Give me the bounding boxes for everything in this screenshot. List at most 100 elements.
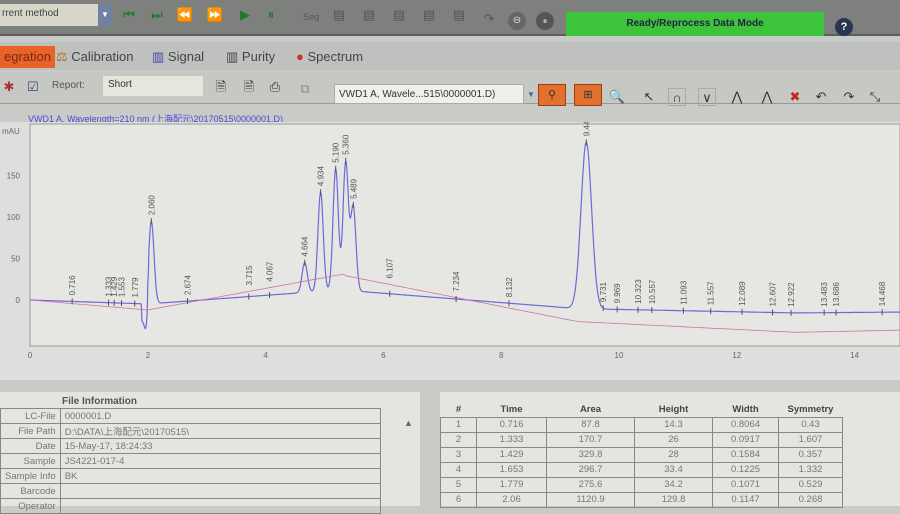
peak-label: 7.234 [452,271,461,292]
y-tick-label: 100 [7,213,21,222]
next-icon[interactable]: ⏭ [148,6,166,24]
fast-forward-icon[interactable]: ⏩ [206,6,224,24]
peak-label: 13.483 [820,282,829,307]
peak-label: 2.674 [183,275,192,296]
y-axis-label: mAU [2,127,20,136]
report-preview-icon[interactable]: 🗎 [212,78,230,96]
table-cell: 1120.9 [546,491,635,508]
sequence-params-icon[interactable]: ▤ [360,6,378,24]
scroll-up-icon[interactable]: ▲ [404,418,413,428]
delete-peak-icon[interactable]: ✖ [786,88,804,106]
file-info-value: BK [59,468,381,484]
split-peak-icon[interactable]: ∨ [698,88,716,106]
rewind-icon[interactable]: ⏪ [176,6,194,24]
column-header[interactable]: Height [635,402,713,417]
tab-calibration[interactable]: ⚖ Calibration [56,46,133,68]
seq-button[interactable]: Seq [298,8,324,26]
events-icon[interactable]: ☑ [24,78,42,96]
chevron-down-icon[interactable]: ▼ [98,4,112,26]
redo-icon[interactable]: ↷ [480,10,498,28]
file-info-label: File Path [0,423,61,439]
file-info-row: Barcode [0,483,381,499]
tab-integration[interactable]: egration [0,46,55,68]
spectrum-icon: ● [296,49,304,64]
sequence-load-icon[interactable]: ▤ [390,6,408,24]
fit-icon[interactable]: ⤡ [866,88,884,106]
column-header[interactable]: Width [713,402,779,417]
zoom-icon[interactable]: 🔍 [608,88,626,106]
peak-label: 1.779 [131,277,140,298]
column-header[interactable]: Time [477,402,547,417]
manual-integration-button[interactable]: ⚲ [538,84,566,106]
column-header[interactable]: Area [547,402,635,417]
draw-baseline-icon[interactable]: ∩ [668,88,686,106]
file-info-value [59,483,381,499]
x-tick-label: 2 [146,351,151,360]
tab-label: Calibration [71,49,134,64]
first-icon[interactable]: ⏮ [120,6,138,24]
tab-signal[interactable]: ▥ Signal [152,46,204,68]
tab-label: Spectrum [307,49,364,64]
file-info-value: 0000001.D [59,408,381,424]
help-icon[interactable]: ? [835,18,853,36]
table-row[interactable]: 5 1.779 275.6 34.2 0.1071 0.529 [440,476,843,493]
peak-label: 9.731 [599,281,608,302]
tab-purity[interactable]: ▥ Purity [226,46,275,68]
chromatogram[interactable]: mAU 0 50 100 150 0 2 4 6 8 10 12 14 0.716 1.333 1.429 1.… [0,116,900,380]
stop-icon[interactable]: ⊖ [508,12,526,30]
table-cell: 1.333 [476,431,547,448]
peak-label: 9.969 [613,283,622,304]
integrate-icon[interactable]: ✱ [0,78,18,96]
pause-run-icon[interactable]: ⏸ [536,12,554,30]
sequence-save-icon[interactable]: ▤ [420,6,438,24]
file-info-value: JS4221-017-4 [59,453,381,469]
cursor-icon[interactable]: ↖ [640,88,658,106]
peak-label: 0.716 [68,275,77,296]
table-cell: 0.8064 [712,416,779,433]
print-icon[interactable]: ⎙ [266,78,284,96]
tangent-skim-icon[interactable]: ⋀ [728,88,746,106]
auto-integration-button[interactable]: ⊞ [574,84,602,106]
file-info-row: Sample Info BK [0,468,381,484]
tab-spectrum[interactable]: ● Spectrum [296,46,363,68]
column-header[interactable]: # [441,402,477,417]
table-row[interactable]: 4 1.653 296.7 33.4 0.1225 1.332 [440,461,843,478]
file-info-value [59,498,381,514]
play-icon[interactable]: ▶ [236,6,254,24]
y-tick-label: 50 [11,255,20,264]
peak-label: 8.132 [505,277,514,298]
x-tick-label: 12 [732,351,741,360]
peak-label: 10.323 [634,279,643,304]
table-row[interactable]: 2 1.333 170.7 26 0.0917 1.607 [440,431,843,448]
redo-icon[interactable]: ↷ [840,88,858,106]
column-header[interactable]: Symmetry [779,402,843,417]
file-info-label: Barcode [0,483,61,499]
table-cell: 0.0917 [712,431,779,448]
table-cell: 329.8 [546,446,635,463]
peak-label: 4.934 [317,166,326,187]
peak-label: 3.715 [245,265,254,286]
x-tick-label: 6 [381,351,386,360]
table-row[interactable]: 3 1.429 329.8 28 0.1584 0.357 [440,446,843,463]
table-cell: 33.4 [634,461,713,478]
table-row[interactable]: 1 0.716 87.8 14.3 0.8064 0.43 [440,416,843,433]
sequence-table-icon[interactable]: ▤ [330,6,348,24]
table-cell: 0.1584 [712,446,779,463]
table-cell: 87.8 [546,416,635,433]
peak-label: 4.067 [266,261,275,282]
table-row[interactable]: 6 2.06 1120.9 129.8 0.1147 0.268 [440,491,843,508]
report-export-icon[interactable]: 🗎 [240,78,258,96]
method-select[interactable]: rrent method [0,4,112,26]
chromatogram-svg[interactable]: mAU0501001500 2 4 6 8 10 12 140.716 1.3331.4291.… [0,116,900,380]
table-cell: 296.7 [546,461,635,478]
pause-icon[interactable]: ⏸ [262,6,280,24]
table-cell: 2.06 [476,491,547,508]
table-cell: 0.268 [778,491,843,508]
report-style-select[interactable]: Short [103,76,203,96]
peak-icon[interactable]: ⋀ [758,88,776,106]
undo-icon[interactable]: ↶ [812,88,830,106]
copy-icon[interactable]: ⧉ [296,80,314,98]
signal-select[interactable]: VWD1 A, Wavele...515\0000001.D) [334,84,524,104]
sequence-print-icon[interactable]: ▤ [450,6,468,24]
peak-label: 12.089 [738,281,747,306]
